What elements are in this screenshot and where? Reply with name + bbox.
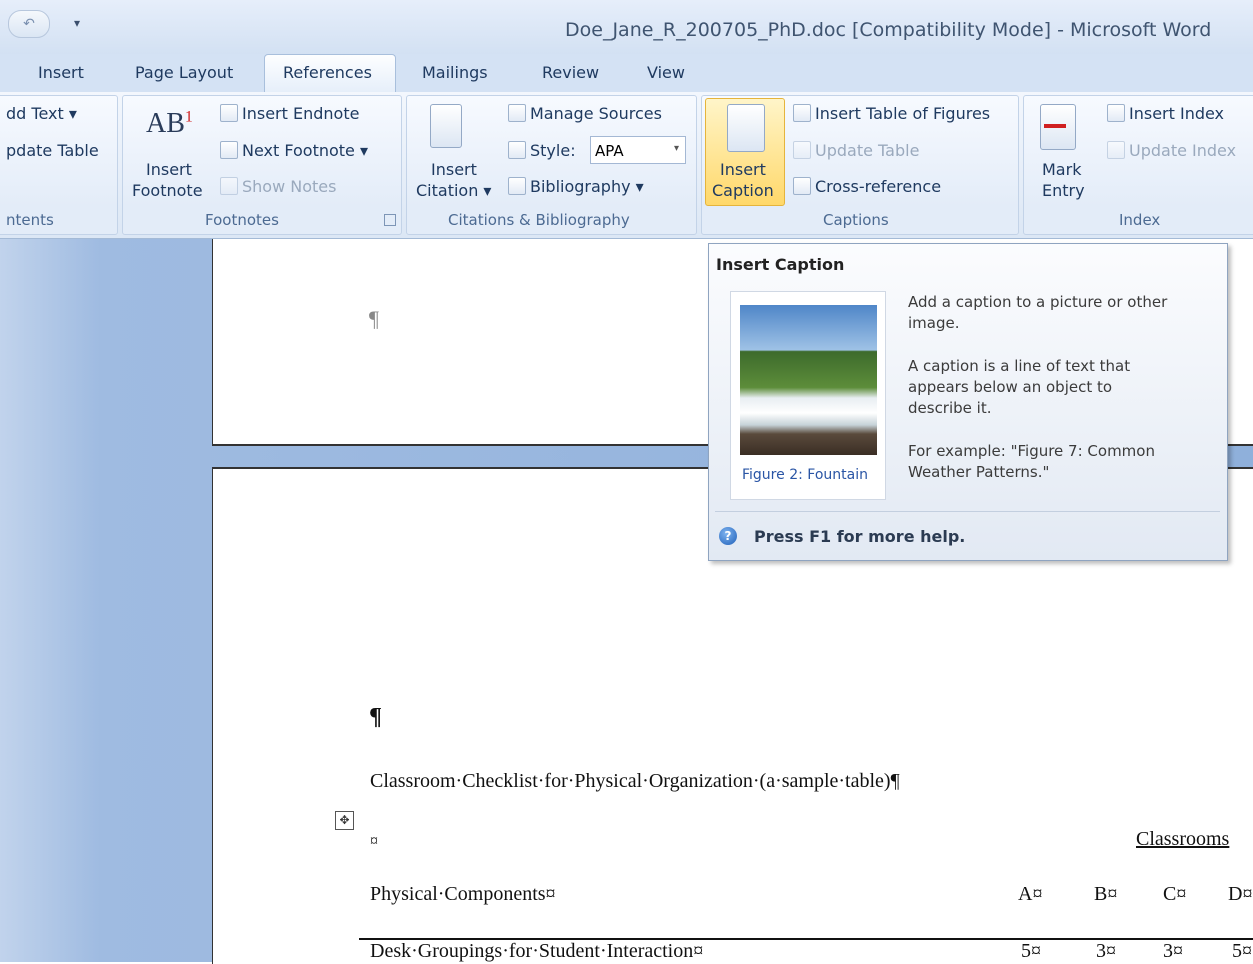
table-move-handle-icon[interactable]: ✥	[335, 811, 354, 830]
insert-index-icon	[1107, 104, 1125, 122]
bibliography-icon	[508, 177, 526, 195]
group-label-index: Index	[1119, 211, 1161, 229]
table-header-a: A¤	[1018, 883, 1043, 905]
undo-icon[interactable]: ↶	[8, 10, 50, 38]
insert-footnote-button[interactable]: Footnote	[132, 181, 203, 200]
table-cell-c: 3¤	[1163, 940, 1183, 962]
mark-entry-button[interactable]: Entry	[1042, 181, 1085, 200]
table-row-label: Desk·Groupings·for·Student·Interaction¤	[370, 940, 704, 962]
insert-index-button[interactable]: Insert Index	[1107, 104, 1224, 123]
insert-endnote-button[interactable]: Insert Endnote	[220, 104, 359, 123]
chevron-down-icon: ▾	[673, 143, 679, 154]
group-label-footnotes: Footnotes	[205, 211, 279, 229]
update-index-button[interactable]: Update Index	[1107, 141, 1236, 160]
bibliography-button[interactable]: Bibliography ▾	[508, 177, 644, 196]
update-index-icon	[1107, 141, 1125, 159]
style-select-value: APA	[595, 142, 624, 160]
cross-reference-button[interactable]: Cross-reference	[793, 177, 941, 196]
tab-page-layout[interactable]: Page Layout	[135, 63, 233, 82]
group-label-contents: ntents	[6, 211, 54, 229]
tooltip-divider	[715, 511, 1220, 512]
table-cell-b: 3¤	[1096, 940, 1116, 962]
mark-entry-icon-bar	[1044, 124, 1066, 128]
cross-reference-icon	[793, 177, 811, 195]
footnotes-dialog-launcher-icon[interactable]	[384, 214, 396, 226]
next-footnote-icon	[220, 141, 238, 159]
tab-references[interactable]: References	[283, 63, 372, 82]
table-header-c: C¤	[1163, 883, 1187, 905]
paragraph-mark-2: ¶	[369, 704, 382, 730]
help-icon: ?	[719, 527, 737, 545]
manage-sources-button[interactable]: Manage Sources	[508, 104, 662, 123]
tab-insert[interactable]: Insert	[38, 63, 84, 82]
table-cell-a: 5¤	[1021, 940, 1041, 962]
style-icon	[508, 141, 526, 159]
paragraph-mark: ¶	[369, 306, 379, 331]
tooltip-description-3: For example: "Figure 7: Common Weather P…	[908, 442, 1155, 481]
tab-review[interactable]: Review	[542, 63, 599, 82]
insert-citation-icon	[430, 104, 462, 148]
table-caption[interactable]: Classroom·Checklist·for·Physical·Organiz…	[370, 770, 900, 793]
tab-view[interactable]: View	[647, 63, 685, 82]
manage-sources-icon	[508, 104, 526, 122]
next-footnote-button[interactable]: Next Footnote ▾	[220, 141, 368, 160]
insert-caption-line1: Insert	[720, 160, 766, 179]
tooltip-description-2: A caption is a line of text that appears…	[908, 357, 1131, 417]
tooltip-description-1: Add a caption to a picture or other imag…	[908, 293, 1168, 332]
insert-citation-line1[interactable]: Insert	[431, 160, 477, 179]
table-header-label: Physical·Components¤	[370, 883, 556, 905]
style-select[interactable]: APA ▾	[590, 136, 686, 164]
customize-quick-access-icon[interactable]: ▾	[74, 16, 80, 30]
endnote-icon	[220, 104, 238, 122]
insert-caption-icon	[727, 104, 765, 152]
window-title: Doe_Jane_R_200705_PhD.doc [Compatibility…	[565, 19, 1212, 41]
show-notes-icon	[220, 177, 238, 195]
tab-mailings[interactable]: Mailings	[422, 63, 488, 82]
insert-footnote-icon: AB1	[146, 108, 193, 139]
table-cell-d: 5¤	[1232, 940, 1252, 962]
insert-footnote-line1[interactable]: Insert	[146, 160, 192, 179]
update-table-button[interactable]: pdate Table	[6, 141, 99, 160]
insert-table-of-figures-button[interactable]: Insert Table of Figures	[793, 104, 990, 123]
table-header-b: B¤	[1094, 883, 1118, 905]
classrooms-header: Classrooms	[1136, 828, 1230, 850]
table-header-d: D¤	[1228, 883, 1253, 905]
update-table-icon	[793, 141, 811, 159]
insert-caption-line2: Caption	[712, 181, 774, 200]
mark-entry-line1[interactable]: Mark	[1042, 160, 1081, 179]
group-label-citations: Citations & Bibliography	[448, 211, 630, 229]
cell-end-mark: ¤	[370, 833, 378, 850]
add-text-button[interactable]: dd Text ▾	[6, 104, 77, 123]
style-label: Style:	[508, 141, 576, 160]
insert-citation-button[interactable]: Citation ▾	[416, 181, 491, 200]
tooltip-title: Insert Caption	[716, 255, 845, 274]
group-label-captions: Captions	[823, 211, 889, 229]
tooltip-help-text: Press F1 for more help.	[754, 527, 966, 546]
update-table-of-figures-button[interactable]: Update Table	[793, 141, 919, 160]
tooltip-figure-caption: Figure 2: Fountain	[742, 467, 868, 483]
table-of-figures-icon	[793, 104, 811, 122]
show-notes-button[interactable]: Show Notes	[220, 177, 336, 196]
fountain-image	[740, 305, 877, 455]
